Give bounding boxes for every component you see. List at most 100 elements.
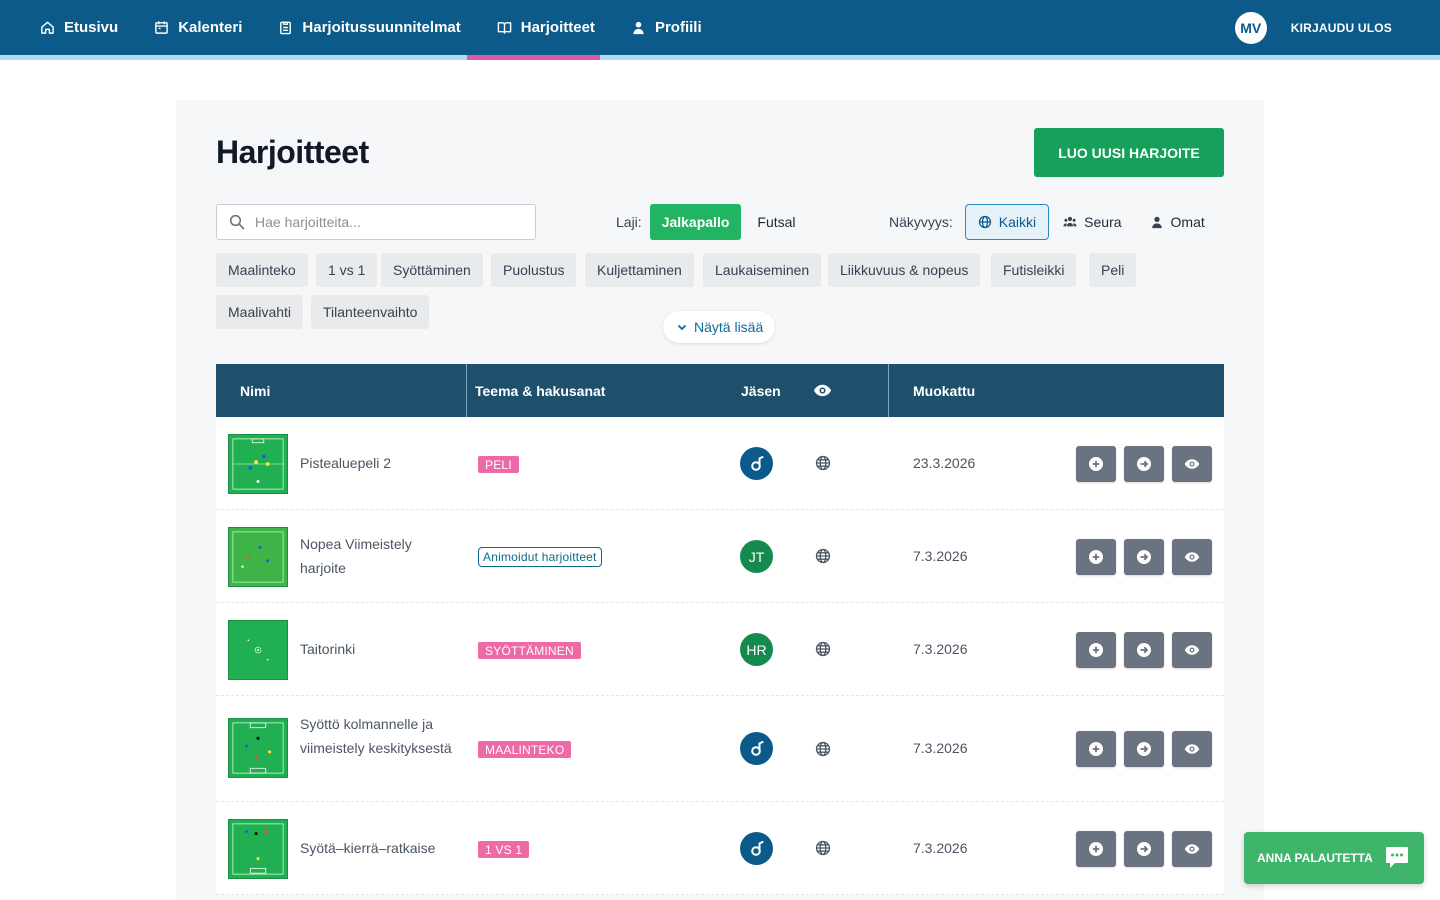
clipboard-icon (280, 21, 292, 35)
table-row[interactable]: Syöttö kolmannelle ja viimeistely keskit… (216, 696, 1224, 802)
sport-option-jalkapallo[interactable]: Jalkapallo (649, 204, 742, 240)
visibility-option-kaikki[interactable]: Kaikki (964, 204, 1050, 240)
row-actions (1076, 446, 1220, 482)
view-button[interactable] (1172, 632, 1212, 668)
open-button[interactable] (1124, 539, 1164, 575)
chevron-down-icon (677, 324, 687, 331)
arrow-right-circle-icon (1137, 742, 1151, 756)
feedback-label: ANNA PALAUTETTA (1257, 851, 1373, 865)
exercise-name[interactable]: Taitorinki (300, 637, 460, 661)
show-more-label: Näytä lisää (694, 319, 764, 335)
member-avatar (740, 447, 773, 480)
search-box (216, 204, 536, 240)
table-header: Nimi Teema & hakusanat Jäsen Muokattu (216, 364, 1224, 417)
visibility-label: Näkyvyys: (889, 214, 953, 230)
tag-futisleikki[interactable]: Futisleikki (991, 253, 1077, 287)
nav-item-harjoitussuunnitelmat[interactable]: Harjoitussuunnitelmat (278, 0, 461, 55)
active-tab-indicator (467, 55, 600, 60)
open-button[interactable] (1124, 831, 1164, 867)
home-icon (41, 21, 54, 34)
exercise-name[interactable]: Syöttö kolmannelle ja viimeistely keskit… (300, 712, 460, 760)
arrow-right-circle-icon (1137, 457, 1151, 471)
exercise-name[interactable]: Nopea Viimeistely harjoite (300, 532, 460, 580)
visibility-option-omat[interactable]: Omat (1136, 204, 1219, 240)
view-button[interactable] (1172, 831, 1212, 867)
eye-icon (1184, 744, 1200, 754)
show-more-button[interactable]: Näytä lisää (663, 311, 776, 343)
globe-icon (815, 641, 831, 657)
view-button[interactable] (1172, 731, 1212, 767)
arrow-right-circle-icon (1137, 550, 1151, 564)
nav-item-profiili[interactable]: Profiili (631, 0, 702, 55)
open-button[interactable] (1124, 731, 1164, 767)
member-avatar (740, 832, 773, 865)
top-navigation: Etusivu Kalenteri Harjoitussuunnitelmat … (0, 0, 1440, 55)
tag-peli[interactable]: Peli (1089, 253, 1137, 287)
nav-item-etusivu[interactable]: Etusivu (40, 0, 118, 55)
nav-underline (0, 55, 1440, 60)
tag-tilanteenvaihto[interactable]: Tilanteenvaihto (311, 295, 430, 329)
sport-filter: Laji: Jalkapallo Futsal (616, 204, 812, 240)
theme-badge: SYÖTTÄMINEN (478, 642, 581, 659)
member-avatar: JT (740, 540, 773, 573)
view-button[interactable] (1172, 539, 1212, 575)
tag-syottaminen[interactable]: Syöttäminen (381, 253, 483, 287)
nav-right: MV KIRJAUDU ULOS (1234, 0, 1392, 55)
club-logo-icon (750, 740, 763, 756)
book-icon (497, 22, 512, 34)
exercise-thumbnail[interactable] (228, 718, 288, 778)
header-name[interactable]: Nimi (240, 364, 270, 417)
nav-item-harjoitteet[interactable]: Harjoitteet (497, 0, 595, 55)
modified-date: 7.3.2026 (913, 548, 968, 564)
exercise-name[interactable]: Pistealuepeli 2 (300, 451, 460, 475)
eye-icon (1184, 459, 1200, 469)
exercise-name[interactable]: Syötä–kierrä–ratkaise (300, 836, 460, 860)
table-row[interactable]: Pistealuepeli 2 PELI 23.3.2026 (216, 417, 1224, 510)
tag-maalinteko[interactable]: Maalinteko (216, 253, 308, 287)
user-avatar[interactable]: MV (1234, 11, 1267, 44)
create-exercise-button[interactable]: LUO UUSI HARJOITE (1034, 128, 1224, 177)
nav-items: Etusivu Kalenteri Harjoitussuunnitelmat … (40, 0, 738, 55)
tag-maalivahti[interactable]: Maalivahti (216, 295, 304, 329)
table-row[interactable]: Syötä–kierrä–ratkaise 1 VS 1 7.3.2026 (216, 802, 1224, 895)
add-button[interactable] (1076, 632, 1116, 668)
tag-puolustus[interactable]: Puolustus (491, 253, 577, 287)
nav-item-label: Harjoitteet (520, 19, 595, 36)
visibility-option-seura[interactable]: Seura (1049, 204, 1135, 240)
tag-laukaiseminen[interactable]: Laukaiseminen (703, 253, 822, 287)
add-button[interactable] (1076, 539, 1116, 575)
header-divider (466, 364, 467, 417)
globe-icon (815, 455, 831, 471)
plus-circle-icon (1089, 742, 1103, 756)
user-icon (1151, 216, 1162, 229)
exercise-thumbnail[interactable] (228, 434, 288, 494)
logout-link[interactable]: KIRJAUDU ULOS (1291, 21, 1392, 35)
exercise-thumbnail[interactable] (228, 527, 288, 587)
tag-liikkuvuus-nopeus[interactable]: Liikkuvuus & nopeus (828, 253, 981, 287)
club-logo-icon (750, 455, 763, 471)
search-input[interactable] (255, 214, 515, 230)
view-button[interactable] (1172, 446, 1212, 482)
exercise-thumbnail[interactable] (228, 819, 288, 879)
sport-option-futsal[interactable]: Futsal (741, 204, 811, 240)
feedback-button[interactable]: ANNA PALAUTETTA (1244, 832, 1424, 884)
theme-badge: PELI (478, 456, 519, 473)
open-button[interactable] (1124, 446, 1164, 482)
nav-item-kalenteri[interactable]: Kalenteri (154, 0, 242, 55)
tag-kuljettaminen[interactable]: Kuljettaminen (585, 253, 694, 287)
add-button[interactable] (1076, 831, 1116, 867)
plus-circle-icon (1089, 643, 1103, 657)
table-row[interactable]: Taitorinki SYÖTTÄMINEN HR 7.3.2026 (216, 603, 1224, 696)
add-button[interactable] (1076, 446, 1116, 482)
user-icon (633, 21, 644, 35)
plus-circle-icon (1089, 457, 1103, 471)
plus-circle-icon (1089, 842, 1103, 856)
table-row[interactable]: Nopea Viimeistely harjoite Animoidut har… (216, 510, 1224, 603)
add-button[interactable] (1076, 731, 1116, 767)
tag-1-vs-1[interactable]: 1 vs 1 (316, 253, 378, 287)
open-button[interactable] (1124, 632, 1164, 668)
field-diagram-icon (232, 438, 284, 490)
exercise-thumbnail[interactable] (228, 620, 288, 680)
header-modified[interactable]: Muokattu (913, 364, 975, 417)
modified-date: 23.3.2026 (913, 455, 976, 471)
